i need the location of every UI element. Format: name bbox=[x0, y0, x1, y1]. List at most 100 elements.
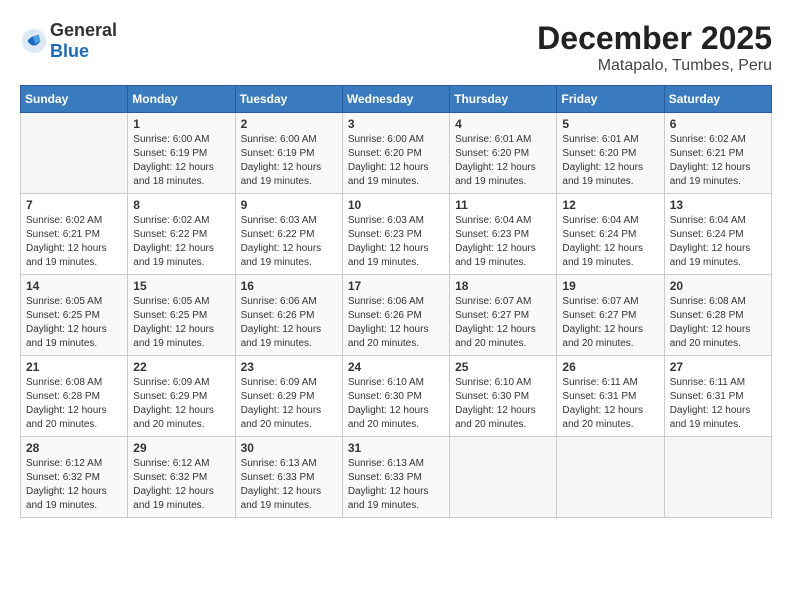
day-number: 12 bbox=[562, 198, 658, 212]
calendar-cell: 27 Sunrise: 6:11 AM Sunset: 6:31 PM Dayli… bbox=[664, 356, 771, 437]
day-info: Sunrise: 6:08 AM Sunset: 6:28 PM Dayligh… bbox=[26, 376, 122, 432]
calendar-cell: 9Sunrise: 6:03 AM Sunset: 6:22 PM Daylig… bbox=[235, 194, 342, 275]
day-number: 29 bbox=[133, 441, 229, 455]
day-of-week-header: Sunday bbox=[21, 86, 128, 113]
calendar-cell bbox=[450, 437, 557, 518]
calendar-cell: 1 Sunrise: 6:00 AM Sunset: 6:19 PM Daylig… bbox=[128, 113, 235, 194]
day-info: Sunrise: 6:12 AM Sunset: 6:32 PM Dayligh… bbox=[133, 457, 229, 513]
calendar-table: SundayMondayTuesdayWednesdayThursdayFrid… bbox=[20, 85, 772, 518]
calendar-cell: 16Sunrise: 6:06 AM Sunset: 6:26 PM Dayli… bbox=[235, 275, 342, 356]
day-info: Sunrise: 6:06 AM Sunset: 6:26 PM Dayligh… bbox=[348, 295, 444, 351]
day-number: 20 bbox=[670, 279, 766, 293]
calendar-week-row: 21 Sunrise: 6:08 AM Sunset: 6:28 PM Dayli… bbox=[21, 356, 772, 437]
day-of-week-header: Wednesday bbox=[342, 86, 449, 113]
day-info: Sunrise: 6:02 AM Sunset: 6:21 PM Dayligh… bbox=[26, 214, 122, 270]
day-of-week-header: Friday bbox=[557, 86, 664, 113]
day-number: 8 bbox=[133, 198, 229, 212]
calendar-cell: 29 Sunrise: 6:12 AM Sunset: 6:32 PM Dayli… bbox=[128, 437, 235, 518]
day-info: Sunrise: 6:04 AM Sunset: 6:23 PM Dayligh… bbox=[455, 214, 551, 270]
calendar-cell: 3 Sunrise: 6:00 AM Sunset: 6:20 PM Daylig… bbox=[342, 113, 449, 194]
day-info: Sunrise: 6:02 AM Sunset: 6:22 PM Dayligh… bbox=[133, 214, 229, 270]
day-number: 14 bbox=[26, 279, 122, 293]
logo: General Blue bbox=[20, 20, 117, 62]
calendar-cell: 7 Sunrise: 6:02 AM Sunset: 6:21 PM Daylig… bbox=[21, 194, 128, 275]
calendar-body: 1 Sunrise: 6:00 AM Sunset: 6:19 PM Daylig… bbox=[21, 113, 772, 518]
day-info: Sunrise: 6:00 AM Sunset: 6:19 PM Dayligh… bbox=[133, 133, 229, 189]
calendar-cell bbox=[557, 437, 664, 518]
logo-text-blue: Blue bbox=[50, 41, 89, 61]
calendar-title: December 2025 bbox=[537, 20, 772, 57]
day-info: Sunrise: 6:00 AM Sunset: 6:20 PM Dayligh… bbox=[348, 133, 444, 189]
calendar-cell: 30 Sunrise: 6:13 AM Sunset: 6:33 PM Dayli… bbox=[235, 437, 342, 518]
calendar-week-row: 28 Sunrise: 6:12 AM Sunset: 6:32 PM Dayli… bbox=[21, 437, 772, 518]
day-number: 24 bbox=[348, 360, 444, 374]
day-number: 22 bbox=[133, 360, 229, 374]
day-info: Sunrise: 6:13 AM Sunset: 6:33 PM Dayligh… bbox=[241, 457, 337, 513]
day-number: 26 bbox=[562, 360, 658, 374]
day-info: Sunrise: 6:01 AM Sunset: 6:20 PM Dayligh… bbox=[562, 133, 658, 189]
day-number: 10 bbox=[348, 198, 444, 212]
day-number: 13 bbox=[670, 198, 766, 212]
day-info: Sunrise: 6:07 AM Sunset: 6:27 PM Dayligh… bbox=[455, 295, 551, 351]
day-number: 3 bbox=[348, 117, 444, 131]
day-info: Sunrise: 6:09 AM Sunset: 6:29 PM Dayligh… bbox=[241, 376, 337, 432]
day-number: 28 bbox=[26, 441, 122, 455]
day-info: Sunrise: 6:02 AM Sunset: 6:21 PM Dayligh… bbox=[670, 133, 766, 189]
calendar-header: SundayMondayTuesdayWednesdayThursdayFrid… bbox=[21, 86, 772, 113]
day-number: 15 bbox=[133, 279, 229, 293]
day-number: 19 bbox=[562, 279, 658, 293]
calendar-cell: 17 Sunrise: 6:06 AM Sunset: 6:26 PM Dayli… bbox=[342, 275, 449, 356]
day-info: Sunrise: 6:05 AM Sunset: 6:25 PM Dayligh… bbox=[133, 295, 229, 351]
page-header: General Blue December 2025 Matapalo, Tum… bbox=[20, 20, 772, 75]
calendar-cell: 18Sunrise: 6:07 AM Sunset: 6:27 PM Dayli… bbox=[450, 275, 557, 356]
day-info: Sunrise: 6:01 AM Sunset: 6:20 PM Dayligh… bbox=[455, 133, 551, 189]
day-info: Sunrise: 6:05 AM Sunset: 6:25 PM Dayligh… bbox=[26, 295, 122, 351]
logo-icon bbox=[20, 27, 48, 55]
day-number: 7 bbox=[26, 198, 122, 212]
calendar-cell: 15 Sunrise: 6:05 AM Sunset: 6:25 PM Dayli… bbox=[128, 275, 235, 356]
day-number: 30 bbox=[241, 441, 337, 455]
day-number: 27 bbox=[670, 360, 766, 374]
calendar-cell: 13 Sunrise: 6:04 AM Sunset: 6:24 PM Dayli… bbox=[664, 194, 771, 275]
day-info: Sunrise: 6:07 AM Sunset: 6:27 PM Dayligh… bbox=[562, 295, 658, 351]
day-info: Sunrise: 6:10 AM Sunset: 6:30 PM Dayligh… bbox=[348, 376, 444, 432]
day-info: Sunrise: 6:11 AM Sunset: 6:31 PM Dayligh… bbox=[562, 376, 658, 432]
day-number: 17 bbox=[348, 279, 444, 293]
day-info: Sunrise: 6:11 AM Sunset: 6:31 PM Dayligh… bbox=[670, 376, 766, 432]
day-info: Sunrise: 6:13 AM Sunset: 6:33 PM Dayligh… bbox=[348, 457, 444, 513]
day-of-week-header: Thursday bbox=[450, 86, 557, 113]
calendar-subtitle: Matapalo, Tumbes, Peru bbox=[537, 57, 772, 75]
day-info: Sunrise: 6:12 AM Sunset: 6:32 PM Dayligh… bbox=[26, 457, 122, 513]
day-info: Sunrise: 6:03 AM Sunset: 6:22 PM Dayligh… bbox=[241, 214, 337, 270]
day-info: Sunrise: 6:08 AM Sunset: 6:28 PM Dayligh… bbox=[670, 295, 766, 351]
calendar-cell: 12Sunrise: 6:04 AM Sunset: 6:24 PM Dayli… bbox=[557, 194, 664, 275]
calendar-cell: 10 Sunrise: 6:03 AM Sunset: 6:23 PM Dayli… bbox=[342, 194, 449, 275]
day-number: 2 bbox=[241, 117, 337, 131]
day-of-week-header: Tuesday bbox=[235, 86, 342, 113]
day-info: Sunrise: 6:00 AM Sunset: 6:19 PM Dayligh… bbox=[241, 133, 337, 189]
calendar-cell: 23 Sunrise: 6:09 AM Sunset: 6:29 PM Dayli… bbox=[235, 356, 342, 437]
title-block: December 2025 Matapalo, Tumbes, Peru bbox=[537, 20, 772, 75]
calendar-cell: 5 Sunrise: 6:01 AM Sunset: 6:20 PM Daylig… bbox=[557, 113, 664, 194]
calendar-cell: 4Sunrise: 6:01 AM Sunset: 6:20 PM Daylig… bbox=[450, 113, 557, 194]
calendar-cell: 6Sunrise: 6:02 AM Sunset: 6:21 PM Daylig… bbox=[664, 113, 771, 194]
calendar-cell: 25Sunrise: 6:10 AM Sunset: 6:30 PM Dayli… bbox=[450, 356, 557, 437]
calendar-cell: 21 Sunrise: 6:08 AM Sunset: 6:28 PM Dayli… bbox=[21, 356, 128, 437]
day-info: Sunrise: 6:04 AM Sunset: 6:24 PM Dayligh… bbox=[670, 214, 766, 270]
calendar-cell: 28 Sunrise: 6:12 AM Sunset: 6:32 PM Dayli… bbox=[21, 437, 128, 518]
day-number: 5 bbox=[562, 117, 658, 131]
calendar-cell: 8 Sunrise: 6:02 AM Sunset: 6:22 PM Daylig… bbox=[128, 194, 235, 275]
calendar-week-row: 14 Sunrise: 6:05 AM Sunset: 6:25 PM Dayli… bbox=[21, 275, 772, 356]
day-number: 21 bbox=[26, 360, 122, 374]
calendar-week-row: 1 Sunrise: 6:00 AM Sunset: 6:19 PM Daylig… bbox=[21, 113, 772, 194]
logo-text-general: General bbox=[50, 20, 117, 40]
calendar-cell bbox=[664, 437, 771, 518]
day-info: Sunrise: 6:03 AM Sunset: 6:23 PM Dayligh… bbox=[348, 214, 444, 270]
day-number: 31 bbox=[348, 441, 444, 455]
calendar-cell: 19 Sunrise: 6:07 AM Sunset: 6:27 PM Dayli… bbox=[557, 275, 664, 356]
day-info: Sunrise: 6:09 AM Sunset: 6:29 PM Dayligh… bbox=[133, 376, 229, 432]
day-number: 1 bbox=[133, 117, 229, 131]
day-number: 23 bbox=[241, 360, 337, 374]
calendar-cell: 24 Sunrise: 6:10 AM Sunset: 6:30 PM Dayli… bbox=[342, 356, 449, 437]
day-number: 16 bbox=[241, 279, 337, 293]
